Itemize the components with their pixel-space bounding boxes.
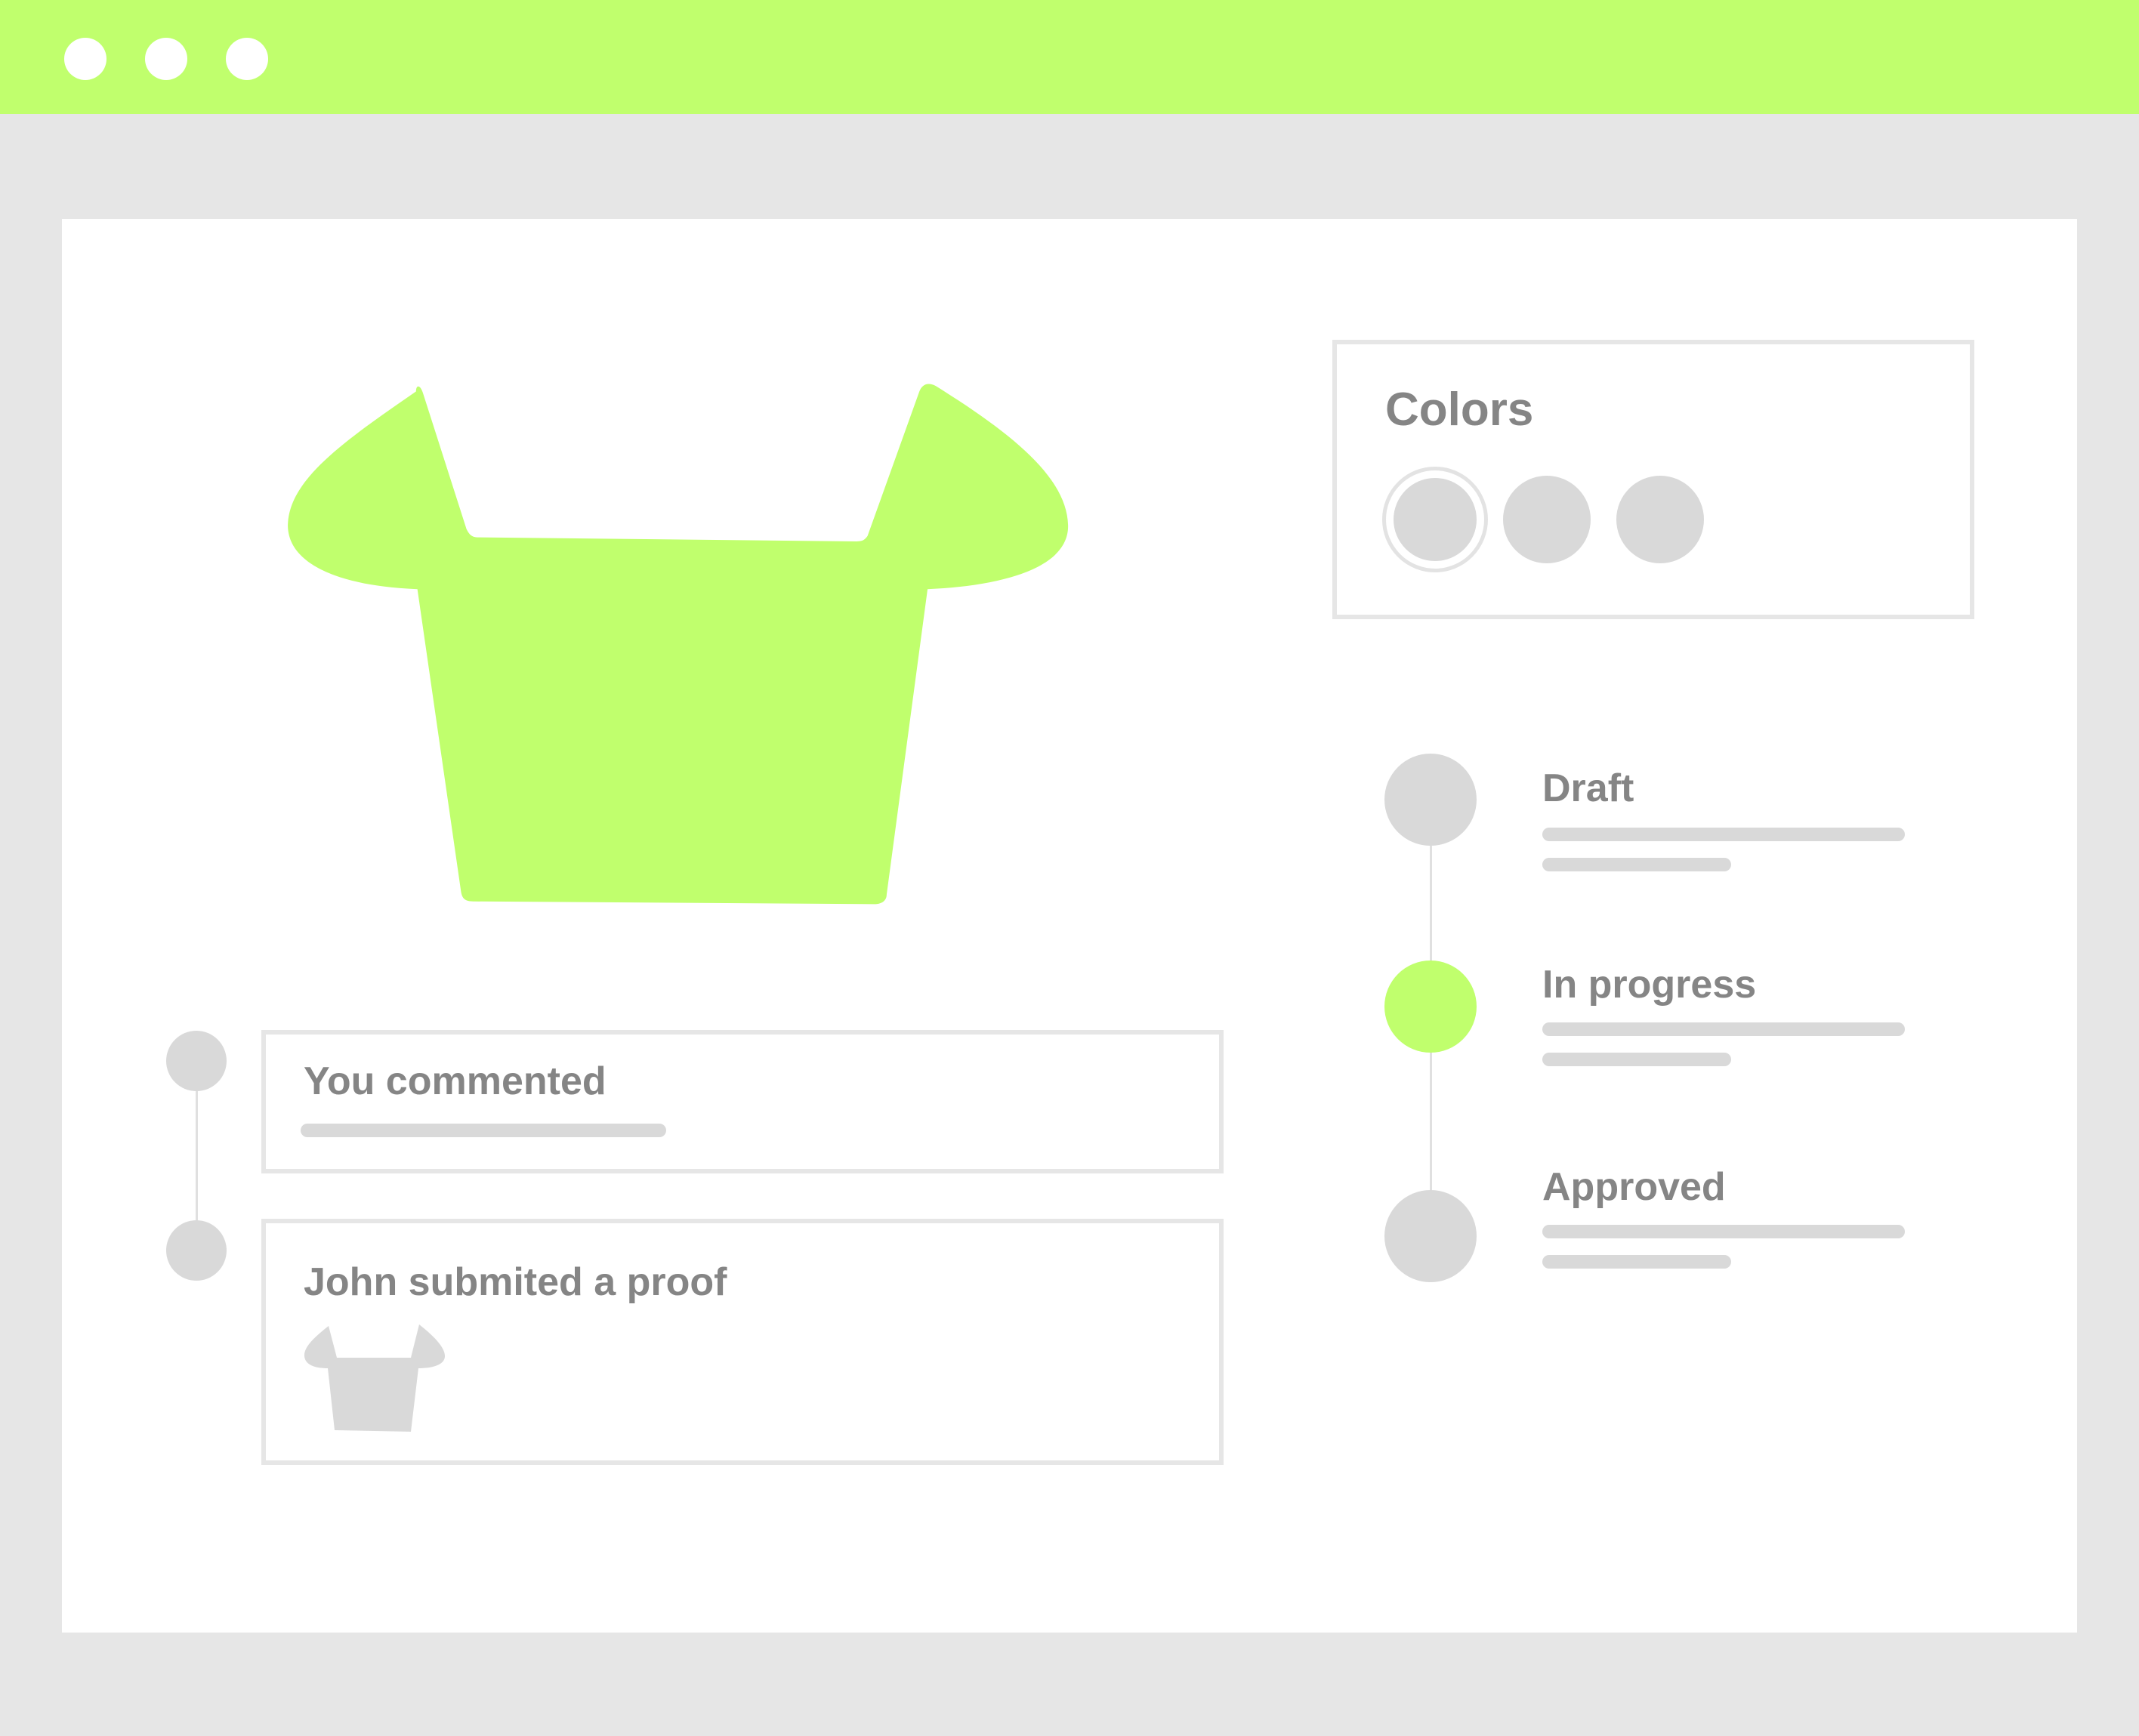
activity-item-proof[interactable]: John submited a proof <box>261 1219 1224 1465</box>
shirt-icon <box>288 384 1069 905</box>
status-step-in-progress-label: In progress <box>1542 963 1757 1007</box>
text-placeholder-line <box>1542 1225 1905 1238</box>
window-control-dot[interactable] <box>226 38 268 80</box>
status-step-approved-label: Approved <box>1542 1165 1726 1209</box>
activity-item-title: You commented <box>304 1059 607 1103</box>
window-control-dot[interactable] <box>64 38 106 80</box>
proof-thumbnail[interactable] <box>299 1317 450 1438</box>
status-step-approved-marker[interactable] <box>1384 1190 1477 1282</box>
status-step-in-progress-marker[interactable] <box>1384 961 1477 1053</box>
activity-marker <box>166 1031 227 1091</box>
text-placeholder-line <box>301 1124 666 1137</box>
swatch-3[interactable] <box>1616 476 1704 563</box>
activity-item-title: John submited a proof <box>304 1260 727 1304</box>
swatch-1[interactable] <box>1382 467 1488 572</box>
status-step-draft-marker[interactable] <box>1384 754 1477 846</box>
swatch-color <box>1394 478 1477 561</box>
window-control-dot[interactable] <box>145 38 187 80</box>
swatch-2[interactable] <box>1503 476 1591 563</box>
text-placeholder-line <box>1542 1053 1731 1066</box>
colors-panel: Colors <box>1332 340 1974 619</box>
text-placeholder-line <box>1542 858 1731 871</box>
text-placeholder-line <box>1542 1255 1731 1269</box>
product-preview[interactable] <box>279 370 1080 914</box>
shirt-icon <box>304 1324 445 1432</box>
window-titlebar <box>0 0 2139 114</box>
colors-panel-title: Colors <box>1385 384 1534 436</box>
status-step-draft-label: Draft <box>1542 766 1634 810</box>
activity-item-comment[interactable]: You commented <box>261 1030 1224 1173</box>
activity-marker <box>166 1220 227 1281</box>
text-placeholder-line <box>1542 1022 1905 1036</box>
text-placeholder-line <box>1542 828 1905 841</box>
